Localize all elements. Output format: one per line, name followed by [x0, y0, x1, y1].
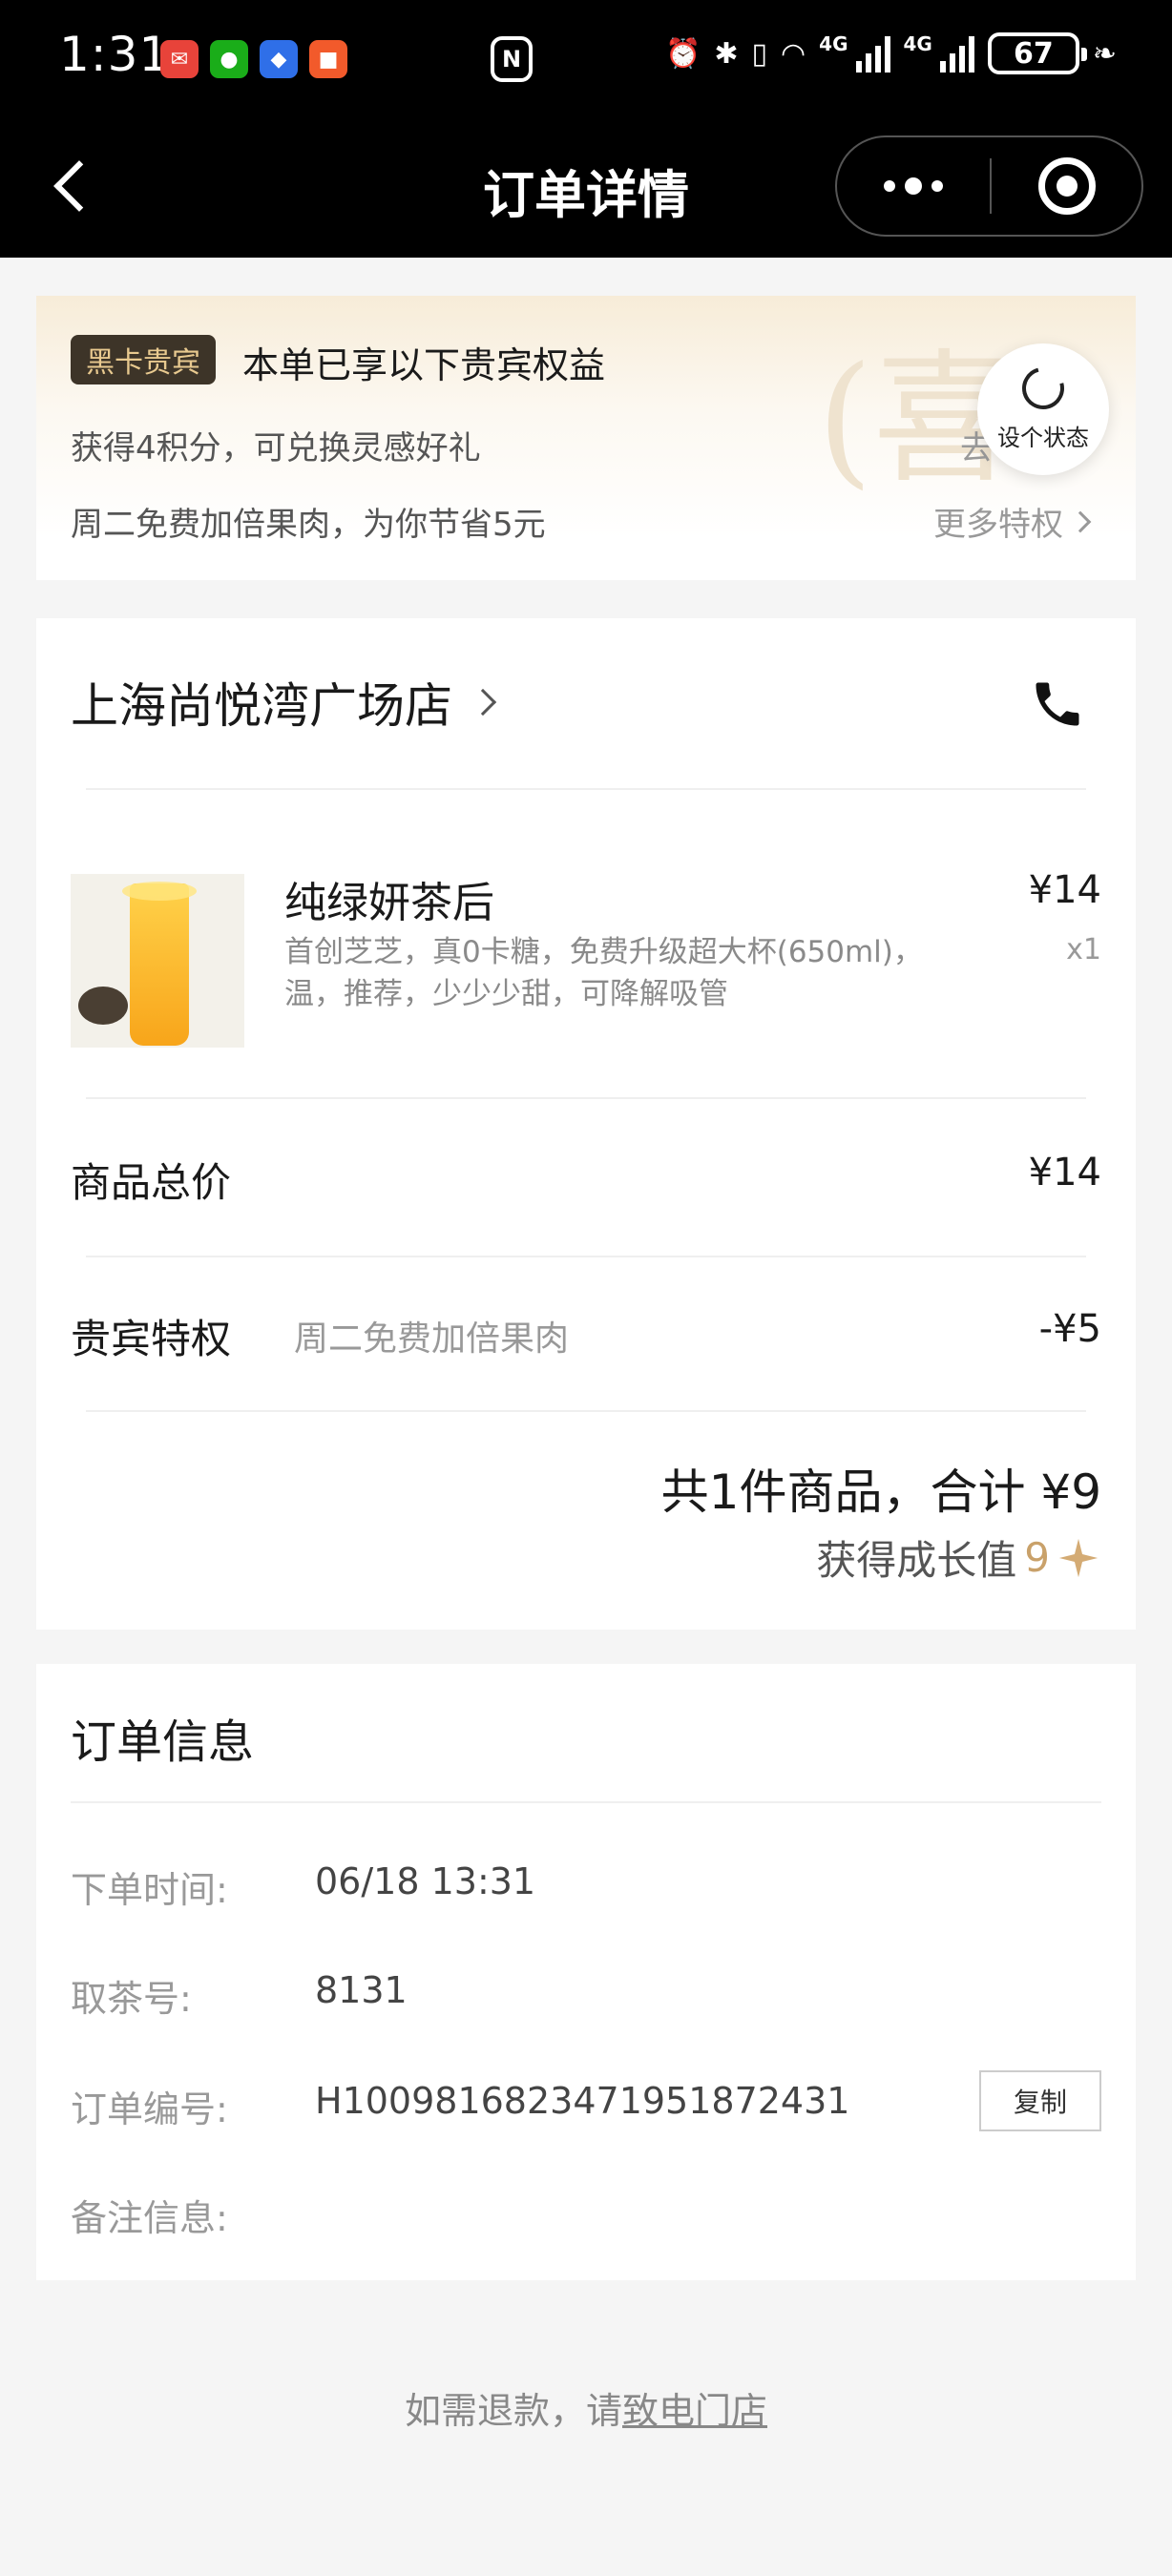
product-name: 纯绿妍茶后	[284, 879, 494, 927]
miniprogram-capsule	[835, 135, 1143, 237]
store-link[interactable]: 上海尚悦湾广场店	[71, 668, 497, 737]
wechat-icon: ●	[210, 40, 248, 78]
alarm-icon: ⏰	[664, 36, 701, 71]
chevron-right-icon	[1069, 510, 1092, 532]
vip-saving-text: 周二免费加倍果肉，为你节省5元	[71, 506, 546, 544]
more-privileges-label: 更多特权	[933, 506, 1063, 544]
shield-app-icon: ◆	[260, 40, 298, 78]
wifi-icon: ◠	[780, 36, 806, 71]
subtotal-label: 商品总价	[71, 1159, 232, 1206]
more-privileges-link[interactable]: 更多特权	[933, 498, 1092, 545]
order-info-title: 订单信息	[71, 1715, 255, 1769]
growth-label: 获得成长值	[816, 1537, 1017, 1584]
network-label: 4G	[819, 32, 848, 55]
red-packet-icon: ✉	[160, 40, 199, 78]
divider	[71, 1801, 1101, 1803]
product-quantity: x1	[1066, 933, 1101, 966]
order-number-value: H1009816823471951872431	[315, 2080, 850, 2122]
order-items-card: 上海尚悦湾广场店 纯绿妍茶后 首创芝芝，真0卡糖，免费升级超大杯(650ml)，…	[36, 618, 1136, 1630]
bluetooth-icon: ✱	[714, 36, 739, 71]
vibrate-icon: ▯	[751, 36, 767, 71]
vip-privilege-card: (喜 黑卡贵宾 本单已享以下贵宾权益 获得4积分，可兑换灵感好礼 去 周二免费加…	[36, 296, 1136, 580]
subtotal-value: ¥14	[1028, 1151, 1101, 1195]
status-indicators: ⏰ ✱ ▯ ◠ 4G 4G 67 ❧	[665, 32, 1117, 74]
top-bar: 1:31 ✉ ● ◆ ■ N ⏰ ✱ ▯ ◠ 4G 4G 67 ❧ 订单详情	[0, 0, 1172, 258]
sparkle-icon	[1058, 1538, 1099, 1577]
chevron-right-icon	[469, 688, 497, 717]
pickup-number-label: 取茶号:	[71, 1978, 192, 2020]
leaf-icon: ❧	[1092, 36, 1117, 71]
battery-icon: 67	[987, 32, 1087, 74]
order-total: 共1件商品，合计 ¥9	[660, 1465, 1101, 1520]
close-miniprogram-button[interactable]	[992, 137, 1141, 235]
divider	[86, 1256, 1086, 1257]
network-label: 4G	[903, 32, 932, 55]
refund-hint: 如需退款，请致电门店	[0, 2381, 1172, 2434]
signal-icon	[855, 34, 890, 73]
vip-badge: 黑卡贵宾	[71, 335, 216, 384]
vip-headline: 本单已享以下贵宾权益	[242, 344, 606, 386]
product-image	[71, 874, 244, 1048]
status-time: 1:31	[59, 27, 171, 82]
signal-icon	[939, 34, 974, 73]
red-packet-icon: ■	[309, 40, 347, 78]
refresh-ring-icon	[1014, 359, 1073, 417]
growth-value: 9	[1024, 1534, 1050, 1581]
store-name: 上海尚悦湾广场店	[71, 678, 452, 734]
vip-points-text: 获得4积分，可兑换灵感好礼	[71, 429, 481, 467]
order-time-value: 06/18 13:31	[315, 1860, 536, 1902]
refund-hint-text: 如需退款，请	[404, 2390, 622, 2432]
privilege-description: 周二免费加倍果肉	[294, 1319, 570, 1359]
divider	[86, 1410, 1086, 1412]
set-status-label: 设个状态	[997, 424, 1089, 451]
divider	[86, 788, 1086, 790]
growth-value-row: 获得成长值 9	[816, 1528, 1099, 1587]
target-icon	[1037, 157, 1096, 215]
set-status-button[interactable]: 设个状态	[977, 343, 1109, 475]
order-time-label: 下单时间:	[71, 1869, 228, 1911]
tea-leaves-graphic	[78, 987, 128, 1025]
copy-order-number-button[interactable]: 复制	[979, 2070, 1101, 2131]
privilege-label: 贵宾特权	[71, 1316, 232, 1362]
remark-label: 备注信息:	[71, 2197, 228, 2239]
order-number-label: 订单编号:	[71, 2088, 228, 2130]
divider	[86, 1097, 1086, 1099]
more-options-button[interactable]	[837, 137, 990, 235]
call-store-link[interactable]: 致电门店	[622, 2390, 767, 2432]
product-options: 首创芝芝，真0卡糖，免费升级超大杯(650ml)，温，推荐，少少少甜，可降解吸管	[284, 935, 923, 1011]
product-price: ¥14	[1028, 868, 1101, 912]
order-info-card: 订单信息 下单时间: 06/18 13:31 取茶号: 8131 订单编号: H…	[36, 1664, 1136, 2280]
notification-icons: ✉ ● ◆ ■	[160, 40, 347, 78]
drink-cup-graphic	[122, 882, 197, 1046]
nfc-icon: N	[491, 36, 533, 82]
pickup-number-value: 8131	[315, 1969, 408, 2011]
privilege-discount: -¥5	[1038, 1307, 1101, 1351]
phone-icon[interactable]	[1029, 675, 1086, 733]
